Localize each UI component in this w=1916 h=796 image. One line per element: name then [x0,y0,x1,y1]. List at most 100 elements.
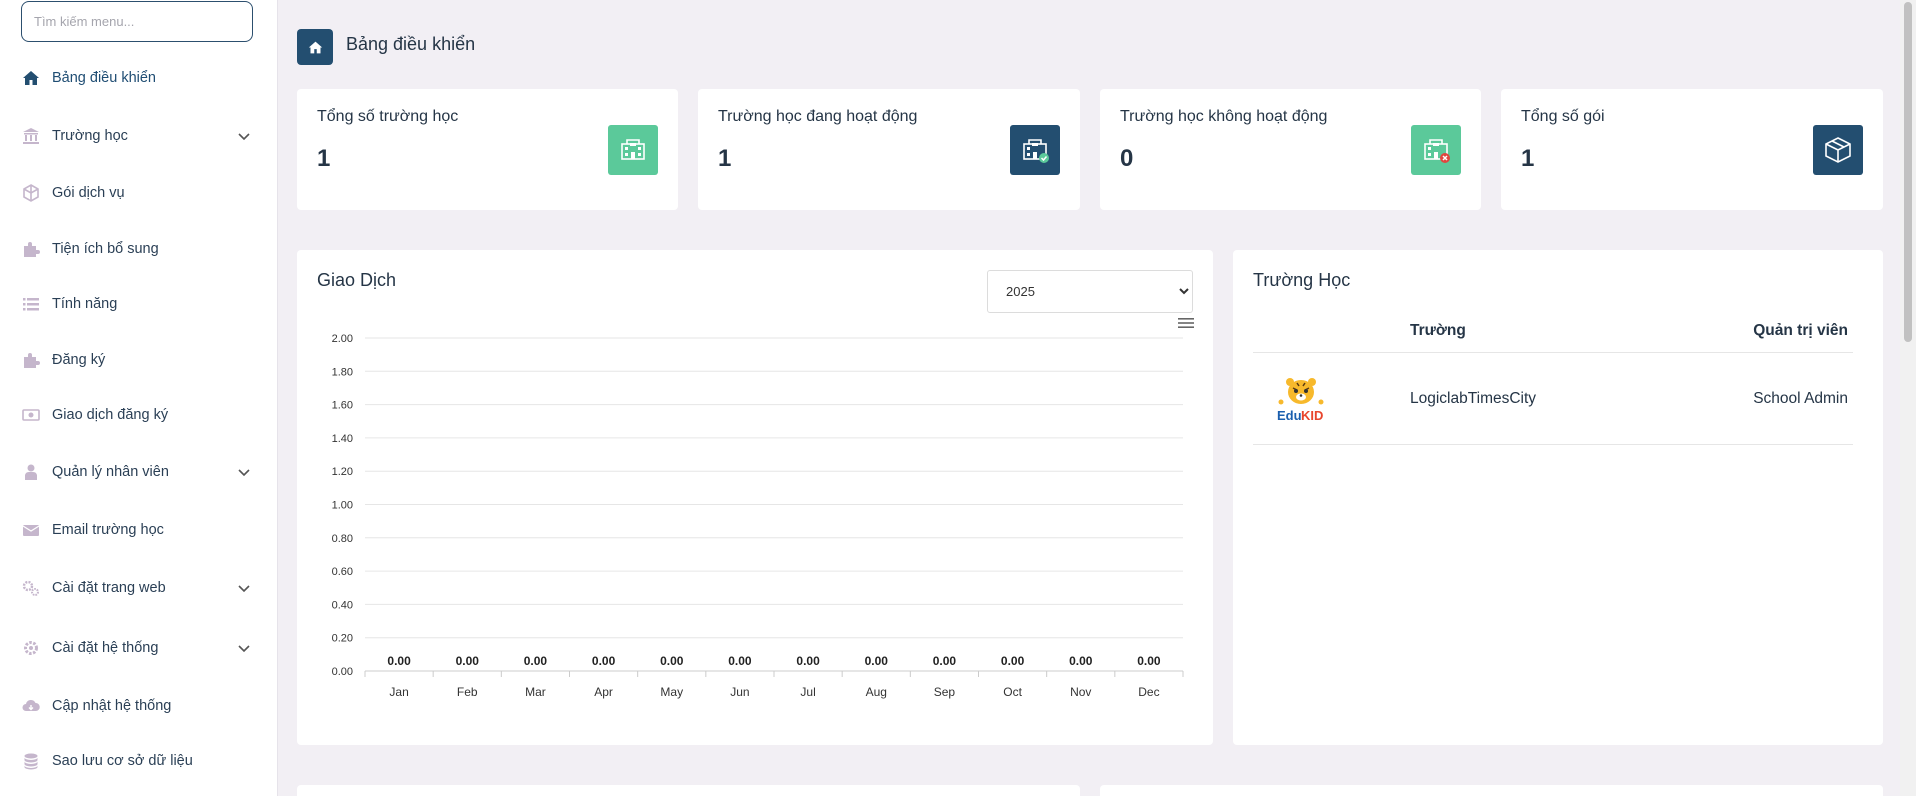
stat-card-total-schools: Tổng số trường học 1 [297,89,678,210]
cloud-download-icon [22,697,40,715]
sidebar-item-database-backup[interactable]: Sao lưu cơ sở dữ liệu [0,741,278,781]
bar-data-label: 0.00 [933,654,957,668]
bar-data-label: 0.00 [387,654,411,668]
bar-data-label: 0.00 [728,654,752,668]
x-tick-label: Apr [594,685,613,699]
stat-card-total-packages: Tổng số gói 1 [1501,89,1883,210]
transactions-title: Giao Dịch [317,270,397,290]
y-tick-label: 0.40 [332,599,353,611]
stat-value: 1 [718,145,732,172]
stat-card-inactive-schools: Trường học không hoạt động 0 [1100,89,1481,210]
sidebar-item-addons[interactable]: Tiện ích bổ sung [0,229,278,269]
logo-text-kid: KID [1301,408,1323,423]
puzzle-icon [22,240,40,258]
stat-card-active-schools: Trường học đang hoạt động 1 [698,89,1080,210]
school-name: LogiclabTimesCity [1410,390,1537,407]
sidebar-item-subscription-transactions[interactable]: Giao dịch đăng ký [0,395,278,435]
bar-data-label: 0.00 [524,654,548,668]
y-tick-label: 0.00 [332,666,353,678]
stat-value: 1 [317,145,331,172]
bar-data-label: 0.00 [592,654,616,668]
money-icon [22,406,40,424]
sidebar-item-label: Trường học [52,128,128,144]
stat-value: 1 [1521,145,1535,172]
sidebar-item-label: Cài đặt hệ thống [52,640,159,656]
school-check-icon [1010,125,1060,175]
database-icon [22,752,40,770]
bar-data-label: 0.00 [1001,654,1025,668]
sidebar-item-schools[interactable]: Trường học [0,116,278,156]
package-icon [1813,125,1863,175]
cube-icon [22,184,40,202]
home-icon [308,41,322,53]
stat-title: Tổng số trường học [317,108,459,125]
menu-search-input[interactable] [21,1,253,42]
chevron-down-icon[interactable] [236,128,252,144]
transactions-panel: Giao Dịch 2025 0.00 0.20 0.40 0.60 0.80 1.00 1… [297,250,1213,745]
bottom-card-left [297,785,1080,796]
gears-icon [22,579,40,597]
sidebar-item-label: Gói dịch vụ [52,185,125,201]
home-button[interactable] [297,29,333,65]
home-icon [22,69,40,87]
sidebar-item-label: Cập nhật hệ thống [52,698,172,714]
bar-data-label: 0.00 [456,654,480,668]
sidebar-item-features[interactable]: Tính năng [0,284,278,324]
sidebar-item-service-packages[interactable]: Gói dịch vụ [0,173,278,213]
chevron-down-icon[interactable] [236,464,252,480]
gear-icon [22,639,40,657]
year-select[interactable]: 2025 [987,270,1193,313]
y-tick-label: 1.20 [332,466,353,478]
x-tick-label: Jul [800,685,815,699]
bar-data-label: 0.00 [865,654,889,668]
bar-data-label: 0.00 [660,654,684,668]
x-tick-label: Jan [389,685,408,699]
sidebar-item-label: Tính năng [52,296,118,312]
y-tick-label: 1.80 [332,366,353,378]
x-tick-label: Nov [1070,685,1091,699]
sidebar-item-dashboard[interactable]: Bảng điều khiển [0,58,278,98]
y-tick-label: 1.60 [332,400,353,412]
stat-title: Trường học không hoạt động [1120,108,1328,125]
sidebar-item-system-settings[interactable]: Cài đặt hệ thống [0,628,278,668]
sidebar-item-staff-management[interactable]: Quản lý nhân viên [0,452,278,492]
bank-icon [22,127,40,145]
envelope-icon [22,521,40,539]
sidebar-item-system-update[interactable]: Cập nhật hệ thống [0,686,278,726]
chevron-down-icon[interactable] [236,640,252,656]
x-tick-label: Dec [1138,685,1159,699]
sidebar-item-label: Email trường học [52,522,164,538]
stat-title: Tổng số gói [1521,108,1605,125]
school-icon [608,125,658,175]
page-title: Bảng điều khiển [346,34,476,54]
sidebar-item-label: Đăng ký [52,352,106,368]
school-x-icon [1411,125,1461,175]
y-tick-label: 0.80 [332,533,353,545]
column-header-school: Trường [1410,322,1466,339]
sidebar-item-registration[interactable]: Đăng ký [0,340,278,380]
page-scrollbar[interactable] [1900,0,1916,796]
schools-panel: Trường Học Trường Quản trị viên Edu KID … [1233,250,1883,745]
logo-text-edu: Edu [1277,408,1302,423]
y-tick-label: 1.00 [332,500,353,512]
stat-title: Trường học đang hoạt động [718,108,918,125]
sidebar: Bảng điều khiển Trường học Gói dịch vụ T… [0,0,278,796]
divider [1253,444,1853,445]
x-tick-label: Mar [525,685,546,699]
bar-data-label: 0.00 [1137,654,1161,668]
schools-title: Trường Học [1253,270,1351,290]
scrollbar-thumb[interactable] [1904,2,1912,342]
x-tick-label: Oct [1003,685,1022,699]
sidebar-item-label: Sao lưu cơ sở dữ liệu [52,753,193,769]
column-header-admin: Quản trị viên [1753,322,1848,339]
sidebar-item-website-settings[interactable]: Cài đặt trang web [0,568,278,608]
transactions-chart: 0.00 0.20 0.40 0.60 0.80 1.00 1.20 1.40 1.60 1.80… [332,333,1184,699]
y-tick-label: 2.00 [332,333,353,345]
y-tick-label: 1.40 [332,433,353,445]
list-icon [22,295,40,313]
x-tick-label: Jun [730,685,749,699]
chevron-down-icon[interactable] [236,580,252,596]
puzzle-icon [22,351,40,369]
sidebar-item-school-email[interactable]: Email trường học [0,510,278,550]
x-tick-label: Feb [457,685,478,699]
